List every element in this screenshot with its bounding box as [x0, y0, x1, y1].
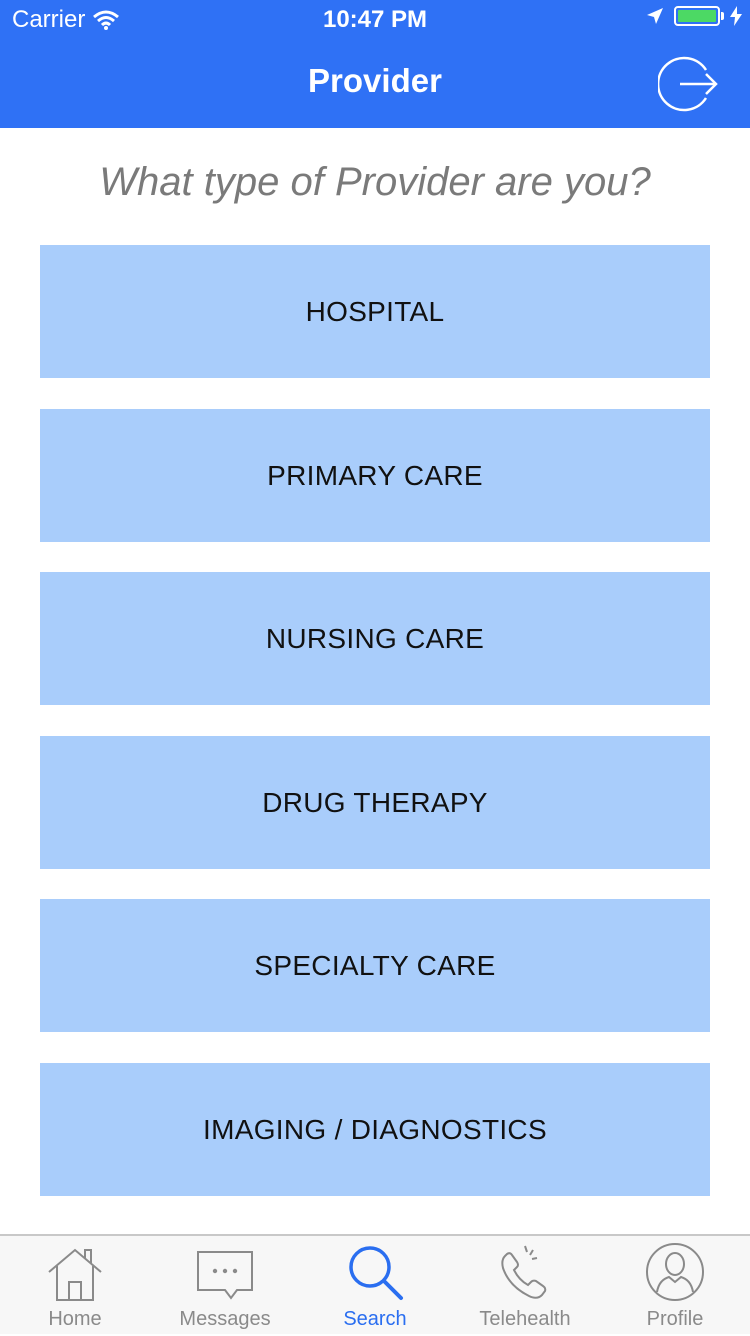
option-primary-care-button[interactable]: PRIMARY CARE — [40, 409, 710, 542]
tab-search[interactable]: Search — [300, 1236, 450, 1336]
option-specialty-care-button[interactable]: SPECIALTY CARE — [40, 899, 710, 1032]
status-right — [646, 6, 742, 26]
logout-button[interactable] — [656, 54, 718, 114]
tab-profile[interactable]: Profile — [600, 1236, 750, 1336]
message-icon — [197, 1251, 253, 1300]
charging-bolt-icon — [730, 6, 742, 26]
option-imaging-diagnostics-button[interactable]: IMAGING / DIAGNOSTICS — [40, 1063, 710, 1196]
tab-telehealth-label: Telehealth — [479, 1308, 571, 1330]
page-title: Provider — [308, 62, 442, 99]
navigation-header: Carrier 10:47 PM Provider — [0, 0, 750, 128]
provider-type-question: What type of Provider are you? — [99, 160, 651, 204]
option-nursing-care-button[interactable]: NURSING CARE — [40, 572, 710, 705]
tab-home-label: Home — [48, 1308, 102, 1330]
tab-profile-label: Profile — [646, 1308, 704, 1330]
option-hospital-button[interactable]: HOSPITAL — [40, 245, 710, 378]
tab-messages-label: Messages — [179, 1308, 271, 1330]
status-bar: Carrier 10:47 PM — [0, 0, 750, 40]
battery-icon — [674, 6, 724, 26]
search-icon — [349, 1246, 403, 1300]
tab-search-label: Search — [343, 1308, 407, 1330]
tab-messages[interactable]: Messages — [150, 1236, 300, 1336]
tab-home[interactable]: Home — [0, 1236, 150, 1336]
option-drug-therapy-button[interactable]: DRUG THERAPY — [40, 736, 710, 869]
tab-bar: Home Messages Search Telehealth Profile — [0, 1234, 750, 1334]
battery-level — [678, 10, 716, 22]
profile-icon — [646, 1243, 704, 1301]
tab-telehealth[interactable]: Telehealth — [450, 1236, 600, 1336]
status-time: 10:47 PM — [322, 6, 428, 33]
location-arrow-icon — [647, 8, 663, 24]
phone-icon — [501, 1245, 547, 1299]
logout-icon — [656, 56, 718, 112]
house-icon — [48, 1248, 102, 1301]
